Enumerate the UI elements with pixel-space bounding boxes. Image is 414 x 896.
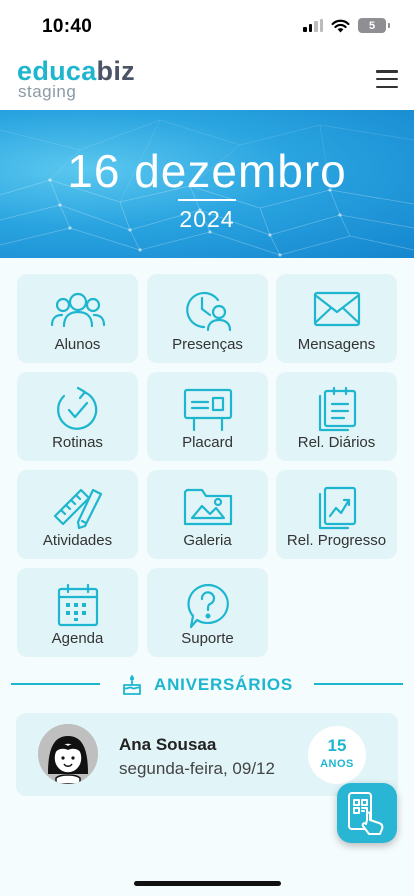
tile-label: Placard	[182, 434, 233, 451]
tile-label: Mensagens	[297, 336, 376, 353]
status-time: 10:40	[42, 16, 93, 37]
wifi-icon	[331, 19, 350, 32]
banner-year: 2024	[179, 206, 235, 232]
age-number: 15	[327, 736, 347, 755]
birthday-name: Ana Sousaa	[119, 735, 217, 754]
tile-label: Rel. Progresso	[286, 532, 387, 549]
tile-mensagens[interactable]: Mensagens	[276, 274, 397, 363]
tile-placard[interactable]: Placard	[147, 372, 268, 461]
question-bubble-icon	[186, 583, 229, 629]
tile-rotinas[interactable]: Rotinas	[17, 372, 138, 461]
section-divider-left	[11, 683, 100, 685]
image-folder-icon	[183, 488, 232, 526]
tile-rel-progresso[interactable]: Rel. Progresso	[276, 470, 397, 559]
tile-suporte[interactable]: Suporte	[147, 568, 268, 657]
home-indicator	[134, 881, 281, 886]
age-unit: ANOS	[320, 758, 354, 770]
tile-atividades[interactable]: Atividades	[17, 470, 138, 559]
tile-label: Atividades	[42, 532, 113, 549]
banner-divider	[178, 199, 236, 201]
birthday-card[interactable]: Ana Sousaa segunda-feira, 09/12 15 ANOS	[16, 713, 398, 796]
tile-rel-diarios[interactable]: Rel. Diários	[276, 372, 397, 461]
people-icon	[50, 292, 105, 328]
tile-label: Rotinas	[52, 434, 103, 451]
logo-text-2: biz	[96, 56, 135, 86]
tile-presencas[interactable]: Presenças	[147, 274, 268, 363]
hamburger-menu-icon[interactable]	[376, 70, 398, 88]
signal-icon	[303, 19, 323, 32]
tile-alunos[interactable]: Alunos	[17, 274, 138, 363]
refresh-check-icon	[56, 386, 97, 430]
board-icon	[183, 388, 232, 432]
battery-icon: 5	[358, 18, 390, 33]
tile-label: Agenda	[51, 630, 104, 647]
date-banner: 16 dezembro 2024	[0, 110, 414, 258]
avatar	[38, 724, 98, 784]
tile-label: Galeria	[183, 532, 232, 549]
section-title: ANIVERSÁRIOS	[154, 675, 294, 694]
birthday-cake-icon	[123, 675, 141, 695]
qr-scan-button[interactable]	[337, 783, 397, 843]
tile-label: Presenças	[172, 336, 243, 353]
app-header: educabiz staging	[0, 52, 414, 110]
calendar-icon	[57, 583, 98, 627]
clipboard-icon	[318, 386, 356, 432]
tile-agenda[interactable]: Agenda	[17, 568, 138, 657]
status-icons: 5	[303, 18, 390, 33]
birthday-date: segunda-feira, 09/12	[119, 759, 275, 778]
banner-date: 16 dezembro	[67, 145, 347, 197]
tile-galeria[interactable]: Galeria	[147, 470, 268, 559]
age-badge: 15 ANOS	[308, 726, 366, 784]
tile-label: Rel. Diários	[297, 434, 376, 451]
section-divider-right	[314, 683, 403, 685]
environment-label: staging	[18, 82, 77, 101]
ruler-pencil-icon	[53, 488, 102, 530]
tile-label: Suporte	[181, 630, 234, 647]
girl-avatar-icon	[38, 724, 98, 784]
status-bar: 10:40 5	[0, 0, 414, 52]
qr-phone-icon	[348, 792, 384, 835]
clock-person-icon	[185, 291, 231, 332]
envelope-icon	[313, 291, 360, 327]
chart-report-icon	[318, 486, 356, 530]
tile-label: Alunos	[54, 336, 101, 353]
